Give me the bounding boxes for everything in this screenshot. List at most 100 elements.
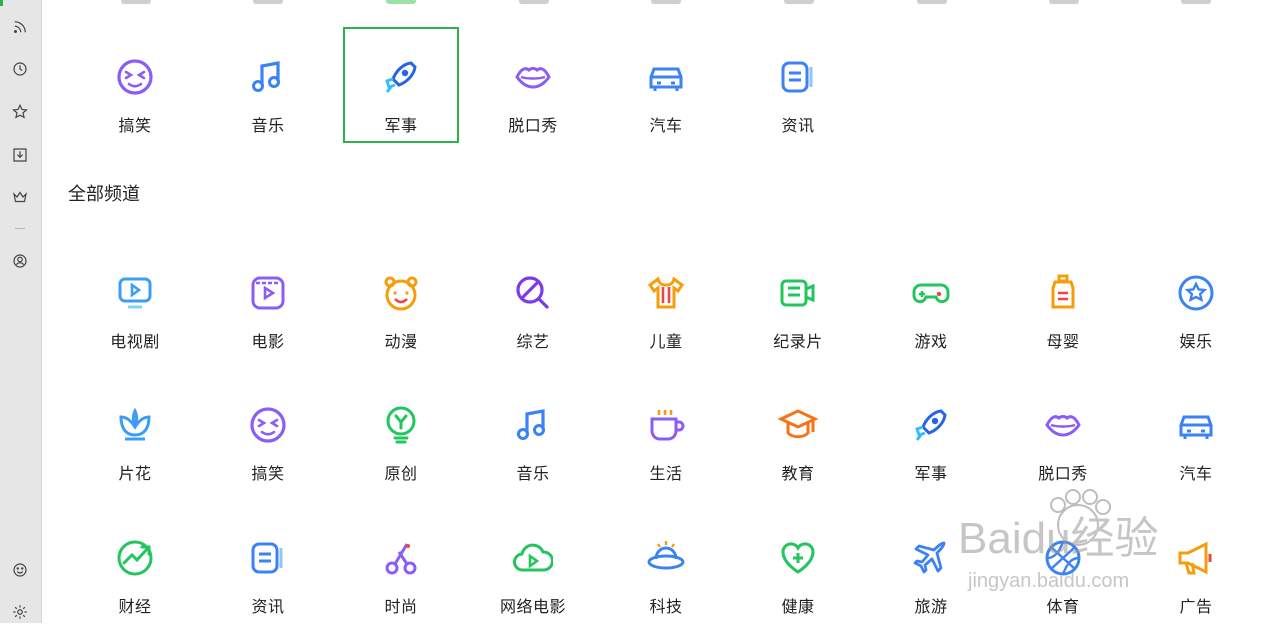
favorite-tile[interactable]: 汽车	[608, 27, 724, 143]
channel-label: 游戏	[914, 332, 948, 351]
news-icon	[778, 57, 818, 97]
channel-tile[interactable]: 军事	[873, 375, 989, 491]
favorite-label: 脱口秀	[508, 116, 558, 135]
channel-label: 纪录片	[773, 332, 823, 351]
tv-icon	[115, 273, 155, 313]
channel-label: 资讯	[251, 597, 285, 616]
channel-label: 科技	[649, 597, 683, 616]
channel-label: 母婴	[1046, 332, 1080, 351]
lips-icon	[513, 57, 553, 97]
plane-icon	[911, 538, 951, 578]
channel-label: 动漫	[384, 332, 418, 351]
kids-shirt-icon	[646, 273, 686, 313]
channel-tile[interactable]: 教育	[740, 375, 856, 491]
megaphone-icon	[1176, 538, 1216, 578]
channel-tile[interactable]: 时尚	[343, 508, 459, 624]
channel-label: 体育	[1046, 597, 1080, 616]
baby-bottle-icon	[1043, 273, 1083, 313]
sidebar-active-marker	[0, 0, 3, 6]
channel-label: 娱乐	[1179, 332, 1213, 351]
channel-label: 军事	[914, 464, 948, 483]
gear-icon[interactable]	[8, 600, 32, 624]
main-content: 搞笑 音乐 军事 脱口秀 汽车 资讯 全部频道 电视剧 电影 动漫 综艺 儿童 纪录片 游戏 母婴 娱乐片…	[41, 0, 1266, 623]
user-icon[interactable]	[8, 249, 32, 273]
magnifier-icon	[513, 273, 553, 313]
channel-tile[interactable]: 脱口秀	[1005, 375, 1121, 491]
smiley-icon[interactable]	[8, 558, 32, 582]
music-note-icon	[513, 405, 553, 445]
flower-icon	[115, 405, 155, 445]
channel-tile[interactable]: 汽车	[1138, 375, 1254, 491]
music-note-icon	[248, 57, 288, 97]
channel-label: 片花	[118, 464, 152, 483]
rocket-icon	[381, 57, 421, 97]
channel-tile[interactable]: 原创	[343, 375, 459, 491]
channel-label: 电视剧	[110, 332, 160, 351]
channel-tile[interactable]: 综艺	[475, 243, 591, 359]
bear-face-icon	[381, 273, 421, 313]
channel-tile[interactable]: 电视剧	[77, 243, 193, 359]
channel-label: 汽车	[1179, 464, 1213, 483]
channel-tile[interactable]: 母婴	[1005, 243, 1121, 359]
favorite-tile[interactable]: 脱口秀	[475, 27, 591, 143]
channel-tile[interactable]: 健康	[740, 508, 856, 624]
fashion-icon	[381, 538, 421, 578]
channel-label: 时尚	[384, 597, 418, 616]
channel-label: 生活	[649, 464, 683, 483]
channel-tile[interactable]: 网络电影	[475, 508, 591, 624]
favorite-label: 资讯	[781, 116, 815, 135]
favorite-label: 搞笑	[118, 116, 152, 135]
channel-label: 健康	[781, 597, 815, 616]
clock-icon[interactable]	[8, 57, 32, 81]
channel-tile[interactable]: 纪录片	[740, 243, 856, 359]
camera-truck-icon	[778, 273, 818, 313]
channel-label: 儿童	[649, 332, 683, 351]
channel-tile[interactable]: 体育	[1005, 508, 1121, 624]
cloud-play-icon	[513, 538, 554, 578]
cut-off-row	[41, 0, 1266, 6]
star-icon[interactable]	[8, 100, 32, 124]
coffee-cup-icon	[646, 405, 686, 445]
favorite-tile[interactable]: 音乐	[210, 27, 326, 143]
channel-label: 脱口秀	[1038, 464, 1088, 483]
news-icon	[248, 538, 288, 578]
favorite-tile[interactable]: 搞笑	[77, 27, 193, 143]
favorite-label: 音乐	[251, 116, 285, 135]
rss-icon[interactable]	[8, 15, 32, 39]
ufo-icon	[646, 538, 686, 578]
channel-label: 原创	[384, 464, 418, 483]
channel-label: 旅游	[914, 597, 948, 616]
channel-tile[interactable]: 片花	[77, 375, 193, 491]
channel-tile[interactable]: 旅游	[873, 508, 989, 624]
ball-icon	[1043, 538, 1083, 578]
sidebar-divider	[15, 228, 25, 229]
graduation-cap-icon	[777, 405, 819, 445]
channel-label: 音乐	[516, 464, 550, 483]
favorite-label: 军事	[384, 116, 418, 135]
favorite-tile[interactable]: 资讯	[740, 27, 856, 143]
trend-up-icon	[115, 538, 155, 578]
channel-label: 网络电影	[499, 597, 566, 616]
channel-tile[interactable]: 搞笑	[210, 375, 326, 491]
gamepad-icon	[911, 273, 951, 313]
channel-tile[interactable]: 广告	[1138, 508, 1254, 624]
section-title: 全部频道	[68, 184, 140, 205]
channel-tile[interactable]: 游戏	[873, 243, 989, 359]
channel-label: 综艺	[516, 332, 550, 351]
channel-label: 搞笑	[251, 464, 285, 483]
channel-tile[interactable]: 儿童	[608, 243, 724, 359]
channel-tile[interactable]: 音乐	[475, 375, 591, 491]
channel-tile[interactable]: 娱乐	[1138, 243, 1254, 359]
download-icon[interactable]	[8, 143, 32, 167]
lips-icon	[1043, 405, 1083, 445]
car-icon	[646, 57, 686, 97]
channel-tile[interactable]: 生活	[608, 375, 724, 491]
channel-tile[interactable]: 财经	[77, 508, 193, 624]
channel-tile[interactable]: 科技	[608, 508, 724, 624]
bulb-icon	[381, 405, 421, 445]
favorite-tile[interactable]: 军事	[343, 27, 459, 143]
channel-tile[interactable]: 电影	[210, 243, 326, 359]
channel-tile[interactable]: 动漫	[343, 243, 459, 359]
channel-tile[interactable]: 资讯	[210, 508, 326, 624]
crown-icon[interactable]	[8, 185, 32, 209]
